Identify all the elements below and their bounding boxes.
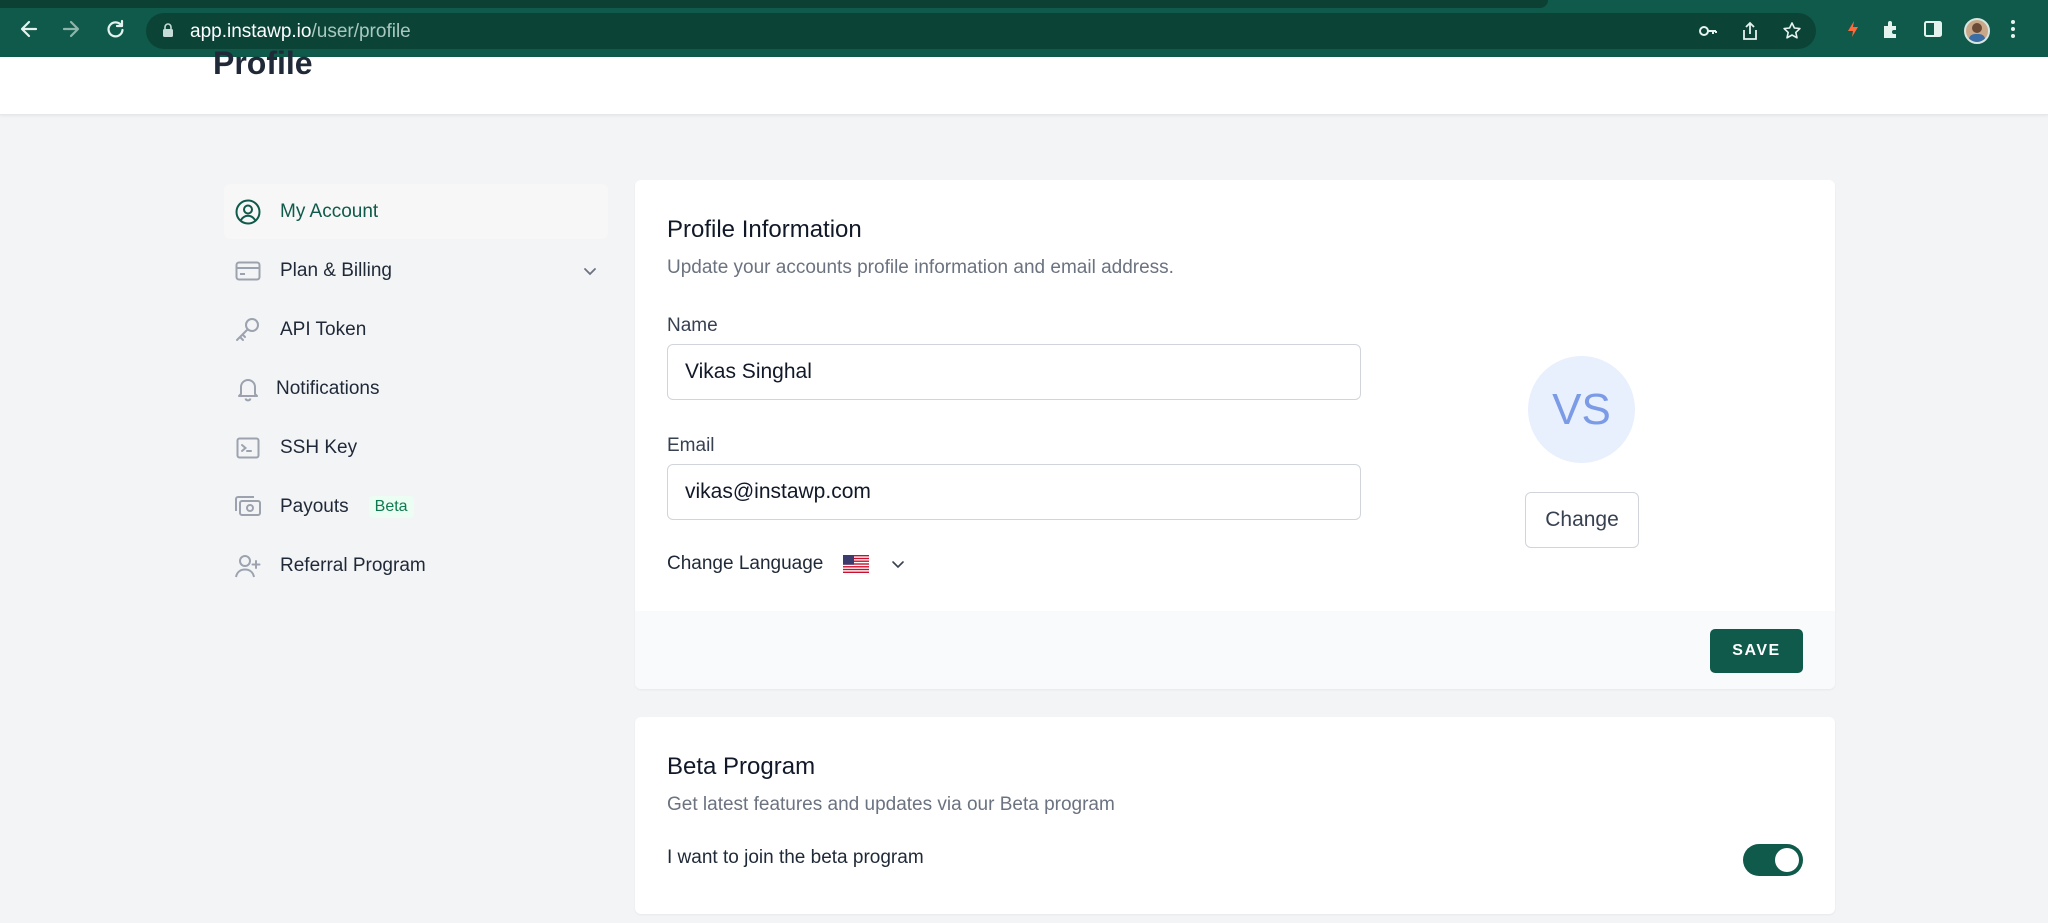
extensions-puzzle-icon[interactable] (1880, 18, 1902, 40)
bookmark-star-icon[interactable] (1782, 21, 1802, 41)
key-icon (236, 317, 259, 341)
sidebar-item-plan-billing[interactable]: Plan & Billing (224, 243, 608, 298)
change-language-label: Change Language (667, 553, 824, 574)
chevron-down-icon (892, 561, 905, 569)
page-title: Profile (213, 45, 313, 81)
beta-card-subtitle: Get latest features and updates via our … (667, 794, 1115, 815)
terminal-icon (236, 437, 260, 458)
address-bar[interactable]: app.instawp.io/user/profile (146, 13, 1816, 49)
toggle-knob (1775, 848, 1799, 872)
profile-avatar[interactable] (1964, 18, 1990, 44)
beta-card-title: Beta Program (667, 753, 816, 780)
beta-program-toggle[interactable] (1743, 844, 1803, 876)
share-icon[interactable] (1740, 21, 1760, 41)
sidebar-item-label: Payouts (280, 495, 349, 517)
url-text: app.instawp.io/user/profile (190, 21, 411, 42)
user-circle-icon (235, 199, 261, 224)
back-icon[interactable] (18, 18, 40, 40)
us-flag-icon (843, 555, 870, 573)
email-label: Email (667, 435, 715, 456)
sidebar-item-ssh-key[interactable]: SSH Key (224, 420, 608, 475)
sidebar-item-api-token[interactable]: API Token (224, 302, 608, 357)
name-label: Name (667, 315, 718, 336)
sidebar-item-referral-program[interactable]: Referral Program (224, 538, 608, 593)
name-field[interactable] (667, 344, 1361, 400)
language-selector[interactable]: Change Language (667, 553, 905, 575)
beta-toggle-label: I want to join the beta program (667, 847, 924, 868)
save-button[interactable]: SAVE (1710, 629, 1803, 673)
beta-badge: Beta (368, 495, 414, 518)
page-header: Profile (0, 45, 2048, 115)
sidebar-item-payouts[interactable]: Payouts Beta (224, 479, 608, 534)
forward-icon[interactable] (60, 18, 82, 40)
profile-card-footer: SAVE (635, 611, 1835, 689)
sidebar-item-label: SSH Key (280, 436, 358, 458)
profile-card-subtitle: Update your accounts profile information… (667, 257, 1174, 278)
cash-icon (235, 495, 261, 516)
reload-icon[interactable] (104, 18, 126, 40)
tab-strip (0, 0, 1548, 8)
beta-program-card: Beta Program Get latest features and upd… (635, 717, 1835, 914)
settings-sidebar: My Account Plan & Billing API Token Noti… (224, 184, 608, 597)
avatar: VS (1528, 356, 1635, 463)
sidebar-item-my-account[interactable]: My Account (224, 184, 608, 239)
sidebar-item-notifications[interactable]: Notifications (224, 361, 608, 416)
profile-information-card: Profile Information Update your accounts… (635, 180, 1835, 689)
sidebar-item-label: My Account (280, 200, 379, 222)
chevron-down-icon[interactable] (582, 263, 598, 279)
extension-bolt-icon[interactable] (1842, 18, 1864, 40)
sidebar-item-label: API Token (280, 318, 367, 340)
profile-card-title: Profile Information (667, 216, 862, 243)
sidebar-item-label: Plan & Billing (280, 259, 392, 281)
sidebar-item-label: Referral Program (280, 554, 426, 576)
lock-icon (163, 23, 173, 37)
change-avatar-button[interactable]: Change (1525, 492, 1639, 548)
side-panel-icon[interactable] (1922, 18, 1944, 40)
sidebar-item-label: Notifications (276, 377, 380, 399)
credit-card-icon (235, 261, 261, 280)
more-menu-icon[interactable] (2002, 18, 2024, 40)
password-key-icon[interactable] (1698, 21, 1718, 41)
email-field[interactable] (667, 464, 1361, 520)
bell-icon (238, 378, 258, 401)
user-plus-icon (235, 554, 261, 577)
